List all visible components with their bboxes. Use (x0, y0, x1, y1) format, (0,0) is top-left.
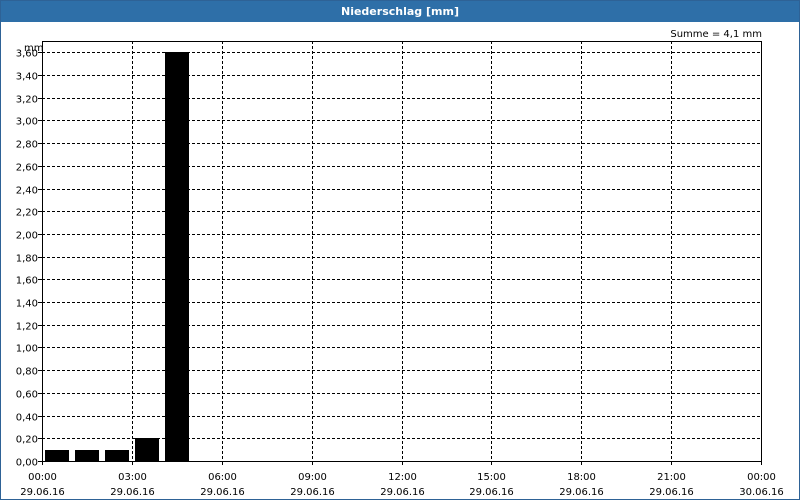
y-axis-label: mm (24, 43, 43, 54)
sum-annotation: Summe = 4,1 mm (670, 29, 762, 40)
bar (75, 450, 99, 461)
y-tick-label: 1,40 (16, 299, 38, 310)
bar (135, 438, 159, 461)
y-tick-label: 2,00 (16, 231, 38, 242)
y-tick-label: 1,20 (16, 322, 38, 333)
grid (42, 41, 761, 461)
x-tick-time-label: 18:00 (567, 472, 596, 483)
x-tick-date-label: 29.06.16 (20, 487, 65, 498)
y-tick-label: 1,60 (16, 276, 38, 287)
chart-window: Niederschlag [mm] 0,00 0,20 0,40 0,60 0,80 1,… (0, 0, 800, 500)
y-tick-label: 0,40 (16, 413, 38, 424)
x-tick-date-label: 29.06.16 (380, 487, 425, 498)
x-tick-date-label: 29.06.16 (290, 487, 335, 498)
y-tick-label: 0,80 (16, 367, 38, 378)
x-tick-date-label: 29.06.16 (469, 487, 514, 498)
bar (165, 52, 189, 461)
y-tick-label: 1,00 (16, 344, 38, 355)
bar (105, 450, 129, 461)
y-tick-label: 1,80 (16, 254, 38, 265)
x-tick-date-label: 29.06.16 (200, 487, 245, 498)
y-tick-label: 3,40 (16, 72, 38, 83)
precipitation-chart: 0,00 0,20 0,40 0,60 0,80 1,00 1,20 1,40 1,60 1,80… (16, 29, 784, 498)
x-tick-date-label: 29.06.16 (559, 487, 604, 498)
y-tick-label: 2,60 (16, 163, 38, 174)
x-tick-time-label: 06:00 (208, 472, 237, 483)
x-tick-time-label: 12:00 (388, 472, 417, 483)
axes (38, 41, 762, 465)
y-tick-label: 0,60 (16, 390, 38, 401)
y-tick-label: 0,00 (16, 458, 38, 469)
x-tick-time-label: 09:00 (298, 472, 327, 483)
x-tick-time-label: 00:00 (28, 472, 57, 483)
x-tick-time-label: 00:00 (747, 472, 776, 483)
y-tick-label: 2,40 (16, 186, 38, 197)
bars (45, 52, 189, 461)
y-tick-label: 2,80 (16, 140, 38, 151)
x-tick-time-label: 15:00 (477, 472, 506, 483)
y-tick-label: 0,20 (16, 435, 38, 446)
y-tick-label: 3,00 (16, 117, 38, 128)
bar (45, 450, 69, 461)
labels: 0,00 0,20 0,40 0,60 0,80 1,00 1,20 1,40 1,60 1,80… (16, 29, 784, 498)
y-tick-label: 2,20 (16, 208, 38, 219)
x-tick-time-label: 21:00 (657, 472, 686, 483)
x-tick-date-label: 29.06.16 (649, 487, 694, 498)
y-tick-label: 3,20 (16, 95, 38, 106)
x-tick-date-label: 30.06.16 (739, 487, 784, 498)
x-tick-date-label: 29.06.16 (110, 487, 155, 498)
x-tick-time-label: 03:00 (118, 472, 147, 483)
